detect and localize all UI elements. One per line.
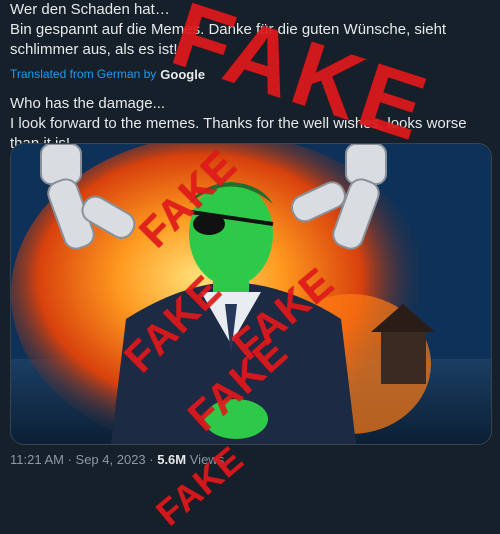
views-count: 5.6M (157, 452, 187, 467)
tweet-date[interactable]: Sep 4, 2023 (76, 452, 146, 467)
tweet-time[interactable]: 11:21 AM (10, 452, 64, 467)
translated-label[interactable]: Translated from German by (10, 67, 156, 81)
